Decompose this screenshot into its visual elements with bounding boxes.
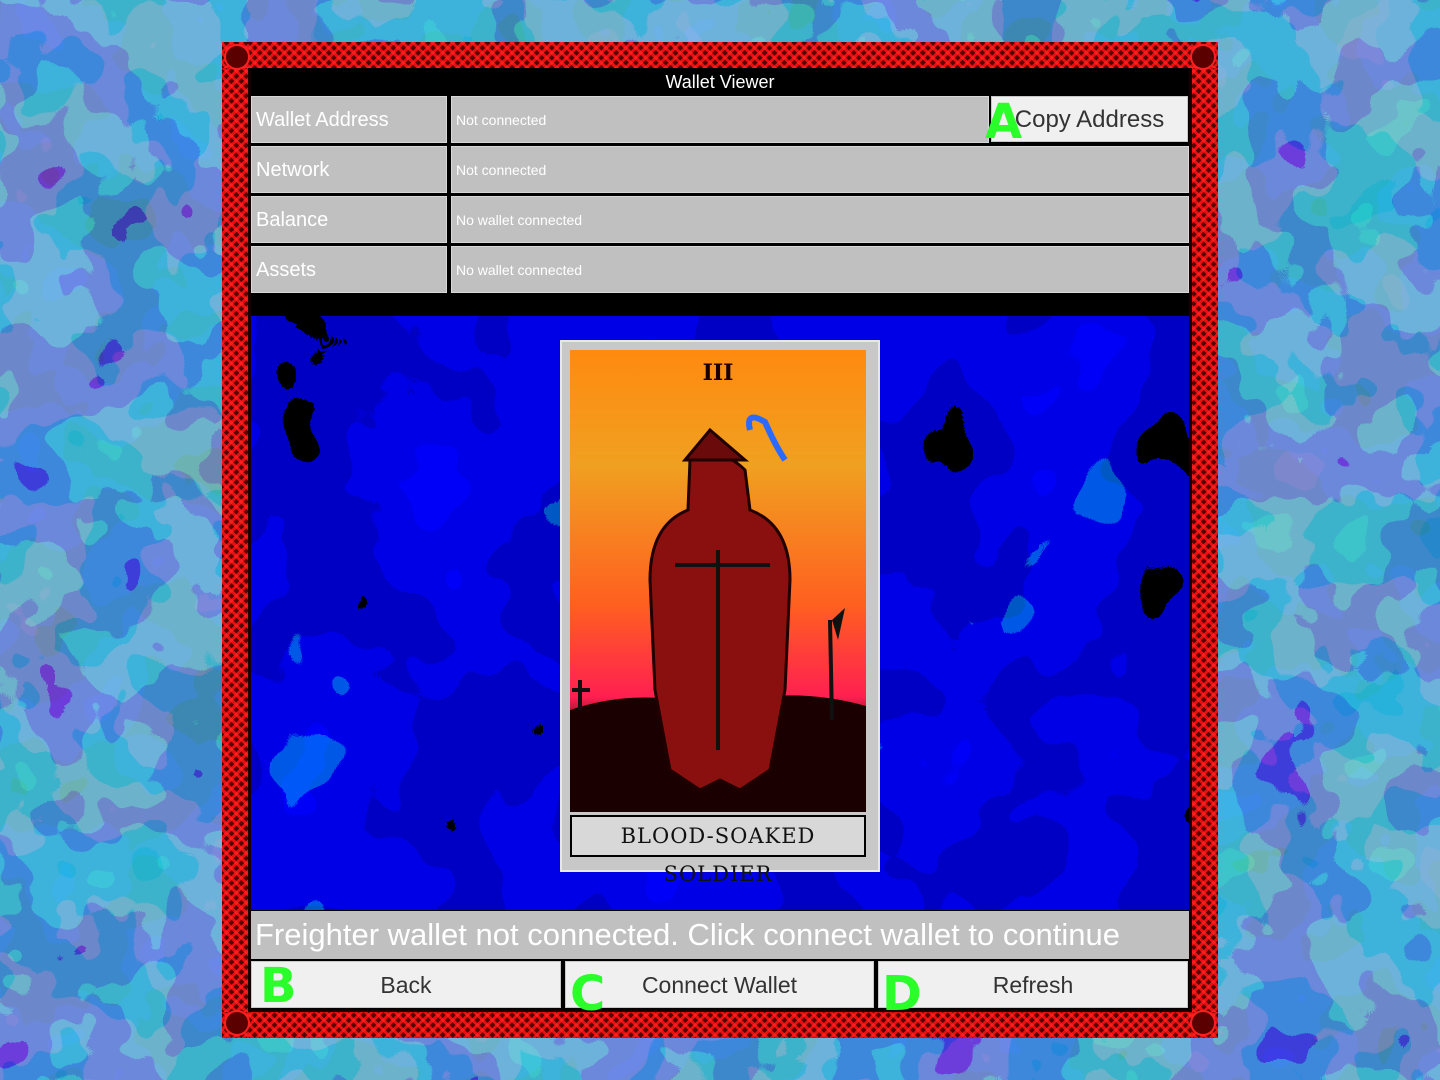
back-button[interactable]: Back [251, 961, 561, 1008]
assets-label: Assets [251, 246, 447, 293]
card-artwork [570, 350, 866, 812]
card-numeral: III [702, 360, 734, 386]
connect-wallet-button[interactable]: Connect Wallet [565, 961, 874, 1008]
wallet-address-value: Not connected [451, 96, 989, 143]
balance-label: Balance [251, 196, 447, 243]
refresh-button[interactable]: Refresh [878, 961, 1188, 1008]
wallet-address-label: Wallet Address [251, 96, 447, 143]
network-label: Network [251, 146, 447, 193]
corner-ornament-icon [224, 44, 250, 70]
assets-value: No wallet connected [451, 246, 1189, 293]
annotation-marker-a: A [985, 94, 1023, 150]
corner-ornament-icon [224, 1010, 250, 1036]
card-caption: BLOOD-SOAKED SOLDIER [570, 815, 866, 886]
balance-value: No wallet connected [451, 196, 1189, 243]
status-message: Freighter wallet not connected. Click co… [251, 911, 1189, 959]
soldier-figure-icon [570, 414, 866, 812]
network-value: Not connected [451, 146, 1189, 193]
corner-ornament-icon [1190, 1010, 1216, 1036]
corner-ornament-icon [1190, 44, 1216, 70]
annotation-marker-d: D [882, 966, 922, 1022]
annotation-marker-b: B [260, 958, 297, 1014]
window-title: Wallet Viewer [665, 72, 775, 92]
annotation-marker-c: C [570, 966, 606, 1022]
